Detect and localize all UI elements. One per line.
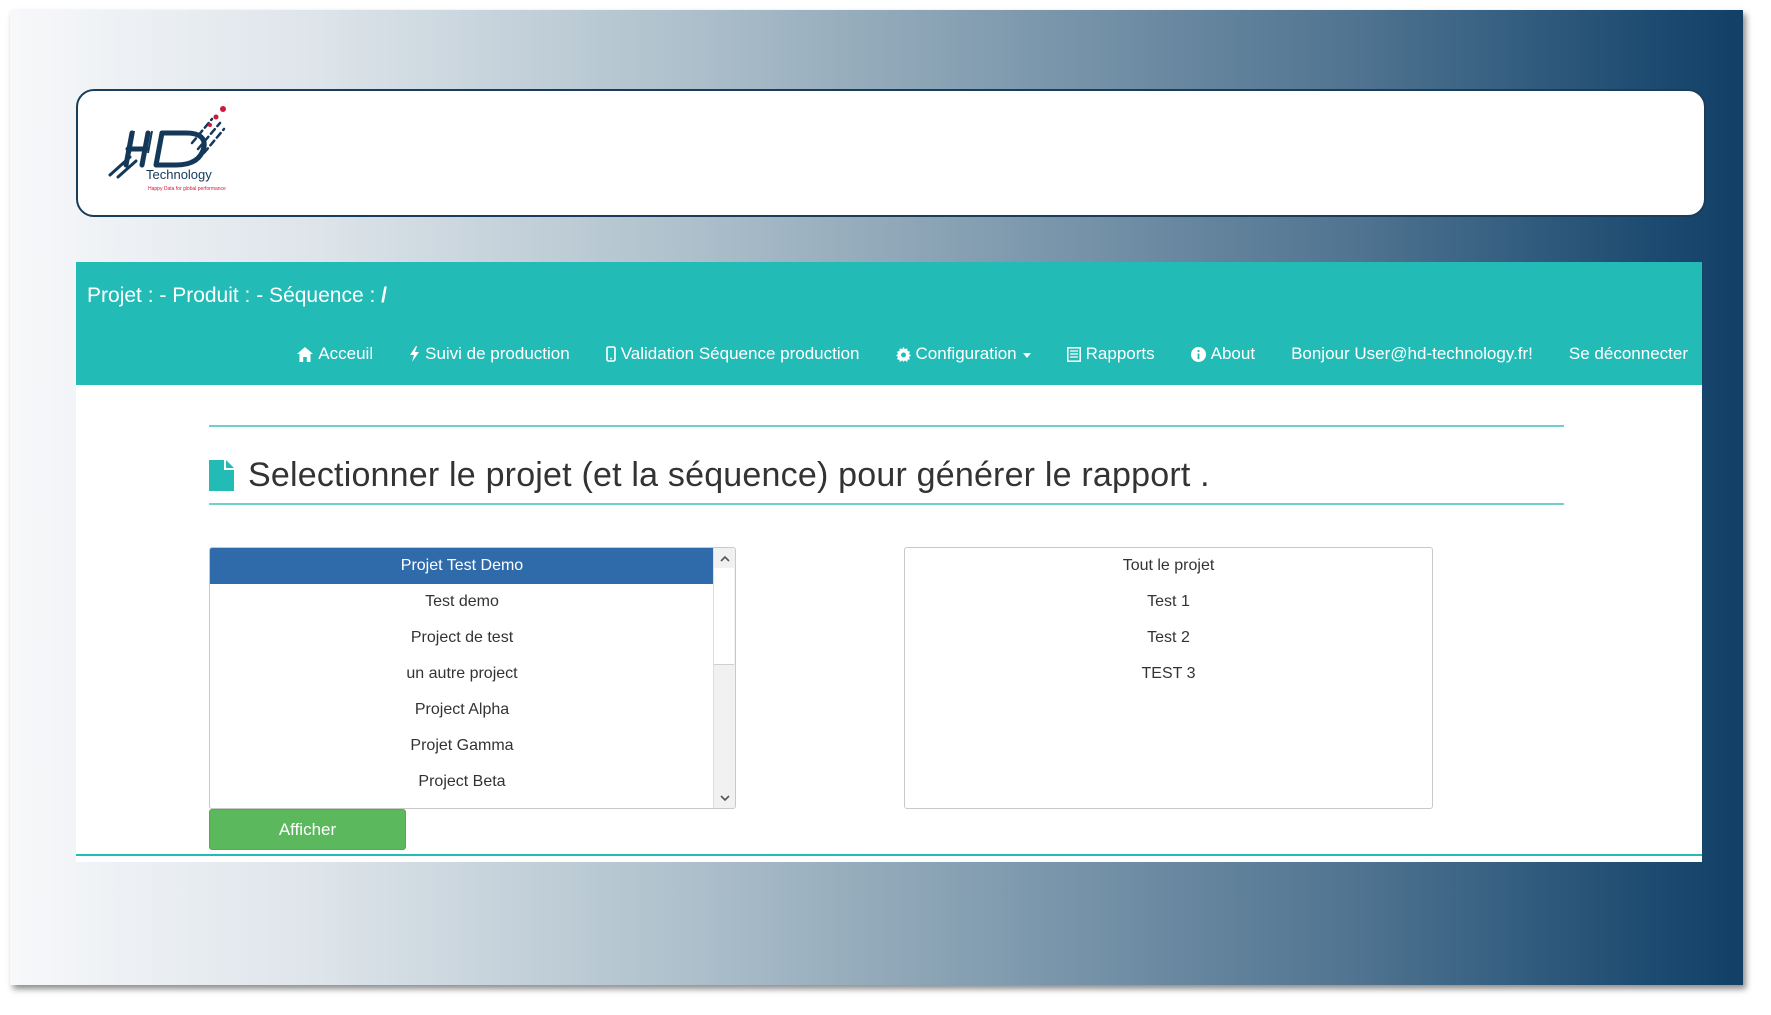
divider-title	[209, 503, 1564, 505]
project-option[interactable]: Projet Test Demo	[210, 548, 714, 584]
sequence-option[interactable]: Test 2	[905, 620, 1432, 656]
nav-production-tracking-label: Suivi de production	[425, 344, 570, 363]
file-icon	[209, 460, 234, 491]
divider-bottom	[76, 854, 1702, 856]
nav-user-greeting[interactable]: Bonjour User@hd-technology.fr!	[1291, 344, 1533, 364]
nav-about[interactable]: About	[1190, 344, 1256, 364]
header-card: HD Technology Happy Data for global perf…	[76, 89, 1706, 217]
nav-configuration-label: Configuration	[915, 344, 1017, 363]
logo-brand: HD	[104, 103, 106, 104]
list-alt-icon	[1066, 346, 1081, 362]
chevron-up-icon	[719, 555, 730, 562]
page-title: Selectionner le projet (et la séquence) …	[248, 456, 1210, 494]
nav-production-tracking[interactable]: Suivi de production	[409, 344, 570, 364]
scroll-thumb[interactable]	[714, 568, 734, 665]
project-option[interactable]: un autre project	[210, 656, 714, 692]
nav-user-greeting-label: Bonjour User@hd-technology.fr!	[1291, 344, 1533, 363]
show-report-button[interactable]: Afficher	[209, 809, 406, 850]
sequence-option[interactable]: TEST 3	[905, 656, 1432, 692]
nav-reports-label: Rapports	[1085, 344, 1155, 363]
project-option[interactable]: Projet Gamma	[210, 728, 714, 764]
screenshot-frame: HD Technology Happy Data for global perf…	[10, 10, 1743, 985]
main-nav: Acceuil Suivi de production Validation S…	[297, 344, 1688, 364]
project-option[interactable]: Project Beta	[210, 764, 714, 800]
project-option[interactable]: Project de test	[210, 620, 714, 656]
project-option[interactable]: Project Alpha	[210, 692, 714, 728]
sequence-listbox[interactable]: Tout le projet Test 1 Test 2 TEST 3	[904, 547, 1433, 809]
chevron-down-icon	[1022, 352, 1031, 358]
breadcrumb-text: Projet : - Produit : - Séquence :	[87, 284, 376, 307]
navbar: Projet : - Produit : - Séquence : / Acce…	[76, 262, 1702, 385]
nav-home[interactable]: Acceuil	[297, 344, 373, 364]
scroll-down-button[interactable]	[714, 788, 735, 808]
sequence-option[interactable]: Test 1	[905, 584, 1432, 620]
nav-sequence-validation-label: Validation Séquence production	[620, 344, 860, 363]
sequence-option[interactable]: Tout le projet	[905, 548, 1432, 584]
nav-home-label: Acceuil	[318, 344, 374, 363]
nav-reports[interactable]: Rapports	[1066, 344, 1155, 364]
nav-sequence-validation[interactable]: Validation Séquence production	[605, 344, 860, 364]
nav-configuration[interactable]: Configuration	[895, 344, 1031, 364]
bolt-icon	[410, 346, 420, 362]
mobile-icon	[605, 346, 616, 362]
project-scrollbar[interactable]	[713, 548, 735, 808]
nav-logout-label: Se déconnecter	[1568, 344, 1688, 363]
company-logo[interactable]: HD Technology Happy Data for global perf…	[104, 103, 274, 203]
project-listbox[interactable]: Projet Test Demo Test demo Project de te…	[209, 547, 736, 809]
project-options: Projet Test Demo Test demo Project de te…	[210, 548, 714, 800]
page-header: Selectionner le projet (et la séquence) …	[209, 456, 1210, 495]
home-icon	[297, 346, 314, 362]
breadcrumb-separator: /	[381, 284, 387, 307]
logo-tagline: Happy Data for global performance	[148, 186, 226, 192]
breadcrumb: Projet : - Produit : - Séquence : /	[87, 284, 387, 308]
nav-about-label: About	[1210, 344, 1256, 363]
scroll-up-button[interactable]	[714, 548, 735, 568]
gear-icon	[895, 346, 911, 362]
project-option[interactable]: Test demo	[210, 584, 714, 620]
logo-name: Technology	[146, 167, 212, 182]
nav-logout[interactable]: Se déconnecter	[1569, 344, 1688, 364]
divider-top	[209, 425, 1564, 427]
chevron-down-icon	[719, 794, 730, 801]
info-icon	[1190, 346, 1206, 362]
app-window: Projet : - Produit : - Séquence : / Acce…	[76, 262, 1702, 862]
